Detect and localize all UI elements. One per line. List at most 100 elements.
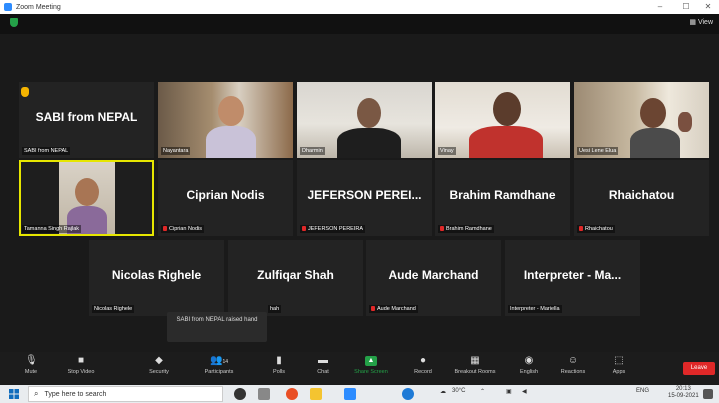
view-button[interactable]: ▦ View	[689, 18, 713, 26]
participant-name-big: Rhaichatou	[608, 188, 675, 202]
window-title: Zoom Meeting	[16, 3, 61, 11]
file-explorer-icon[interactable]	[310, 388, 322, 400]
participant-name-big: Ciprian Nodis	[186, 188, 265, 202]
minimize-button[interactable]: –	[651, 0, 669, 14]
mute-label: Mute	[24, 369, 38, 375]
participants-label: Participants	[204, 369, 234, 375]
clock[interactable]: 20:13 15-09-2021	[668, 386, 699, 400]
temperature-text: 30°C	[452, 388, 466, 394]
participant-name-big: Aude Marchand	[388, 268, 479, 282]
chrome-icon[interactable]	[286, 388, 298, 400]
participant-name-big: Nicolas Righele	[111, 268, 202, 282]
mic-muted-icon	[579, 226, 583, 232]
reactions-button[interactable]: ☺ Reactions	[550, 354, 596, 382]
stop-video-label: Stop Video	[67, 369, 95, 375]
leave-button[interactable]: Leave	[683, 362, 715, 375]
help-icon[interactable]	[402, 388, 414, 400]
shield-icon: ◆	[155, 355, 163, 366]
video-tile-brahim[interactable]: Brahim Ramdhane Brahim Ramdhane	[435, 160, 570, 236]
windows-start-icon[interactable]	[9, 389, 19, 399]
apps-label: Apps	[612, 369, 626, 375]
participant-name-big: SABI from NEPAL	[35, 110, 138, 124]
apps-button[interactable]: ⬚ Apps	[596, 354, 642, 382]
participant-label: Dharmin	[300, 147, 325, 155]
video-tile-tamanna[interactable]: Tamanna Singh Rajlak	[19, 160, 154, 236]
participant-label: Interpreter - Mariella	[508, 305, 562, 313]
notifications-icon[interactable]	[703, 389, 713, 399]
search-icon: ⌕	[34, 389, 39, 398]
polls-button[interactable]: ▮ Polls	[256, 354, 302, 382]
reactions-label: Reactions	[560, 369, 586, 375]
participant-label: Ciprian Nodis	[161, 225, 205, 233]
video-tile-nayantara[interactable]: Nayantara	[158, 82, 293, 158]
clock-date: 15-09-2021	[668, 393, 699, 399]
share-screen-icon: ▲	[365, 356, 377, 366]
taskbar-search-box[interactable]: ⌕ Type here to search	[28, 386, 223, 402]
interpretation-button[interactable]: ◉ English	[506, 354, 552, 382]
record-icon: ●	[419, 355, 427, 366]
video-tile-sabi[interactable]: SABI from NEPAL SABI from NEPAL	[19, 82, 154, 158]
zoom-taskbar-icon[interactable]	[344, 388, 356, 400]
participant-name-big: Brahim Ramdhane	[449, 188, 556, 202]
video-tile-aude[interactable]: Aude Marchand Aude Marchand	[366, 240, 501, 316]
security-button[interactable]: ◆ Security	[136, 354, 182, 382]
zoom-app-icon	[4, 3, 12, 11]
window-title-bar: Zoom Meeting – ☐ ✕	[0, 0, 719, 14]
stop-video-button[interactable]: ■ Stop Video	[58, 354, 104, 382]
maximize-button[interactable]: ☐	[677, 0, 695, 14]
mic-muted-icon	[440, 226, 444, 232]
participant-name-big: Zulfiqar Shah	[257, 268, 334, 282]
search-placeholder: Type here to search	[44, 390, 107, 398]
breakout-rooms-button[interactable]: ▦ Breakout Rooms	[448, 354, 502, 382]
participant-label: JEFERSON PEREIRA	[300, 225, 366, 233]
share-screen-button[interactable]: ▲ Share Screen	[348, 354, 394, 382]
chat-label: Chat	[317, 369, 329, 375]
participant-name-big: JEFERSON PEREI...	[307, 188, 422, 202]
volume-icon[interactable]: ◀	[522, 388, 527, 395]
participant-label-text: Brahim Ramdhane	[446, 226, 492, 232]
close-button[interactable]: ✕	[699, 0, 717, 14]
network-icon[interactable]: ▣	[506, 388, 512, 395]
reactions-icon: ☺	[567, 355, 579, 366]
video-tile-jeferson[interactable]: JEFERSON PEREI... JEFERSON PEREIRA	[297, 160, 432, 236]
language-indicator[interactable]: ENG	[636, 388, 649, 394]
mic-muted-icon	[302, 226, 306, 232]
interpretation-label: English	[519, 369, 539, 375]
video-tile-zulfiqar[interactable]: Zulfiqar Shah hah	[228, 240, 363, 316]
task-view-icon[interactable]	[258, 388, 270, 400]
video-tile-interpreter[interactable]: Interpreter - Ma... Interpreter - Mariel…	[505, 240, 640, 316]
video-tile-dharmin[interactable]: Dharmin	[297, 82, 432, 158]
polls-label: Polls	[273, 369, 285, 375]
participant-label: Nayantara	[161, 147, 191, 155]
windows-taskbar: ⌕ Type here to search ☁ 30°C ⌃ ▣ ◀ ENG 2…	[0, 385, 719, 403]
mic-muted-icon	[163, 226, 167, 232]
video-tile-rhaichatou[interactable]: Rhaichatou Rhaichatou	[574, 160, 709, 236]
cortana-icon[interactable]	[234, 388, 246, 400]
chat-button[interactable]: ▬ Chat	[300, 354, 346, 382]
chat-bubble-icon: ▬	[318, 355, 328, 366]
participant-label-text: Rhaichatou	[585, 226, 613, 232]
weather-icon: ☁	[440, 389, 446, 395]
security-label: Security	[149, 369, 169, 375]
record-label: Record	[414, 369, 432, 375]
encryption-shield-icon[interactable]	[10, 18, 18, 27]
tray-chevron-icon[interactable]: ⌃	[480, 388, 485, 395]
participant-name-big: Interpreter - Ma...	[523, 268, 622, 282]
clock-time: 20:13	[675, 386, 691, 392]
video-tile-vinay[interactable]: Vinay	[435, 82, 570, 158]
participants-button[interactable]: 👥14 Participants	[196, 354, 242, 382]
participant-label: Brahim Ramdhane	[438, 225, 494, 233]
participants-icon: 👥14	[209, 355, 228, 366]
video-tile-nicolas[interactable]: Nicolas Righele Nicolas Righele	[89, 240, 224, 316]
raised-hand-notification: SABI from NEPAL raised hand	[167, 312, 267, 342]
view-label: View	[697, 19, 713, 26]
share-screen-label: Share Screen	[354, 369, 388, 375]
video-tile-ciprian[interactable]: Ciprian Nodis Ciprian Nodis	[158, 160, 293, 236]
microphone-icon: 🎙	[25, 355, 38, 366]
record-button[interactable]: ● Record	[400, 354, 446, 382]
mute-button[interactable]: 🎙 Mute	[8, 354, 54, 382]
meeting-top-bar: ▦ View	[0, 14, 719, 34]
globe-icon: ◉	[524, 355, 534, 366]
breakout-rooms-icon: ▦	[470, 355, 480, 366]
video-tile-uesi[interactable]: Uesi Lene Elua	[574, 82, 709, 158]
